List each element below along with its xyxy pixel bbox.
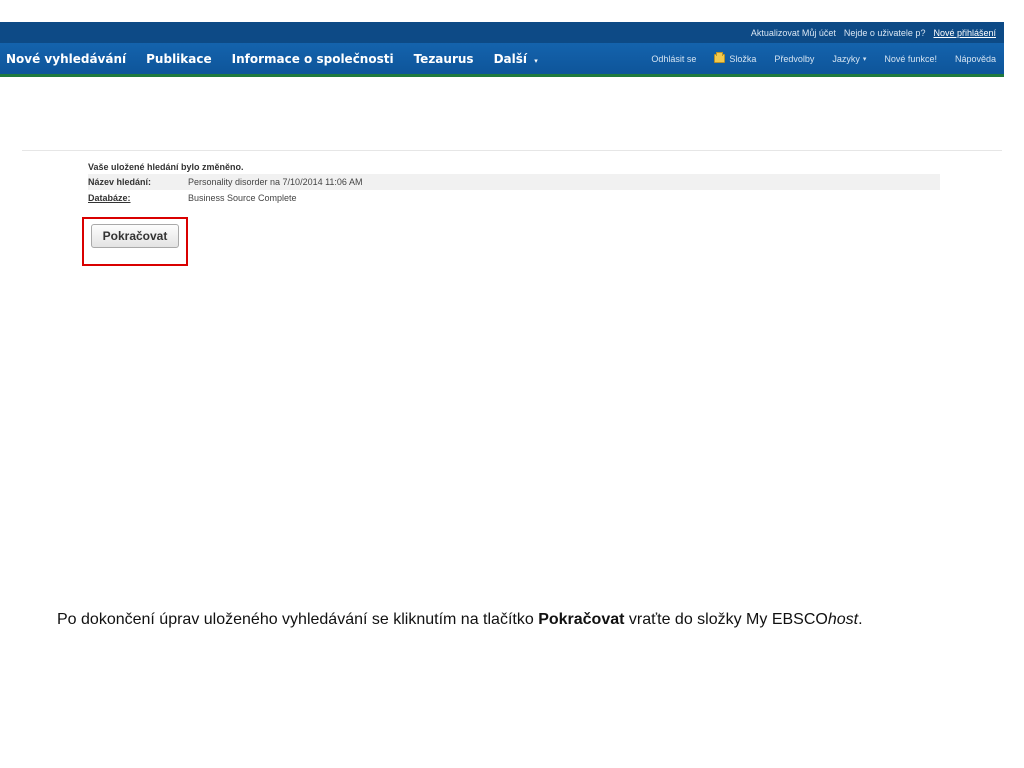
folder-label: Složka xyxy=(729,53,757,64)
help-link[interactable]: Nápověda xyxy=(955,54,996,64)
chevron-down-icon: ▾ xyxy=(862,55,867,63)
caption-text-2: vraťte do složky My EBSCO xyxy=(624,611,828,628)
nav-more-label: Další xyxy=(493,51,527,66)
update-account-link[interactable]: Aktualizovat Můj účet xyxy=(751,28,836,38)
main-navigation: Nové vyhledávání Publikace Informace o s… xyxy=(0,43,1004,77)
secondary-nav: Odhlásit se Složka Předvolby Jazyky ▾ No… xyxy=(633,43,1004,74)
continue-button[interactable]: Pokračovat xyxy=(91,224,179,248)
instruction-caption: Po dokončení úprav uloženého vyhledávání… xyxy=(57,610,973,630)
caption-text-3: . xyxy=(858,611,863,628)
nav-company-info[interactable]: Informace o společnosti xyxy=(232,52,394,66)
database-row: Databáze: Business Source Complete xyxy=(88,190,940,206)
nav-publications[interactable]: Publikace xyxy=(146,52,211,66)
preferences-link[interactable]: Předvolby xyxy=(774,54,814,64)
not-user-link[interactable]: Nejde o uživatele p? xyxy=(844,28,926,38)
folder-link[interactable]: Složka xyxy=(714,52,757,64)
languages-label: Jazyky xyxy=(832,53,860,64)
folder-icon xyxy=(714,52,726,63)
database-label: Databáze: xyxy=(88,193,131,203)
caption-text-1: Po dokončení úprav uloženého vyhledávání… xyxy=(57,611,539,628)
nav-new-search[interactable]: Nové vyhledávání xyxy=(6,52,126,66)
divider xyxy=(22,150,1002,151)
utility-bar: Aktualizovat Můj účet Nejde o uživatele … xyxy=(0,22,1004,43)
highlight-box: Pokračovat xyxy=(82,217,188,266)
chevron-down-icon: ▾ xyxy=(534,56,538,65)
search-name-label: Název hledání: xyxy=(88,177,152,187)
new-features-link[interactable]: Nové funkce! xyxy=(884,54,937,64)
caption-italic: host xyxy=(827,611,859,628)
search-name-row: Název hledání: Personality disorder na 7… xyxy=(88,174,940,190)
database-value: Business Source Complete xyxy=(188,193,297,203)
languages-menu[interactable]: Jazyky ▾ xyxy=(832,54,866,64)
nav-more[interactable]: Další ▾ xyxy=(494,52,538,66)
new-login-link[interactable]: Nové přihlášení xyxy=(933,28,996,38)
logout-link[interactable]: Odhlásit se xyxy=(651,54,696,64)
primary-nav: Nové vyhledávání Publikace Informace o s… xyxy=(0,43,558,74)
saved-search-confirmation: Vaše uložené hledání bylo změněno. Název… xyxy=(88,160,940,206)
caption-button-name: Pokračovat xyxy=(538,611,625,628)
nav-thesaurus[interactable]: Tezaurus xyxy=(414,52,474,66)
search-name-value: Personality disorder na 7/10/2014 11:06 … xyxy=(188,177,363,187)
confirmation-message: Vaše uložené hledání bylo změněno. xyxy=(88,162,244,172)
